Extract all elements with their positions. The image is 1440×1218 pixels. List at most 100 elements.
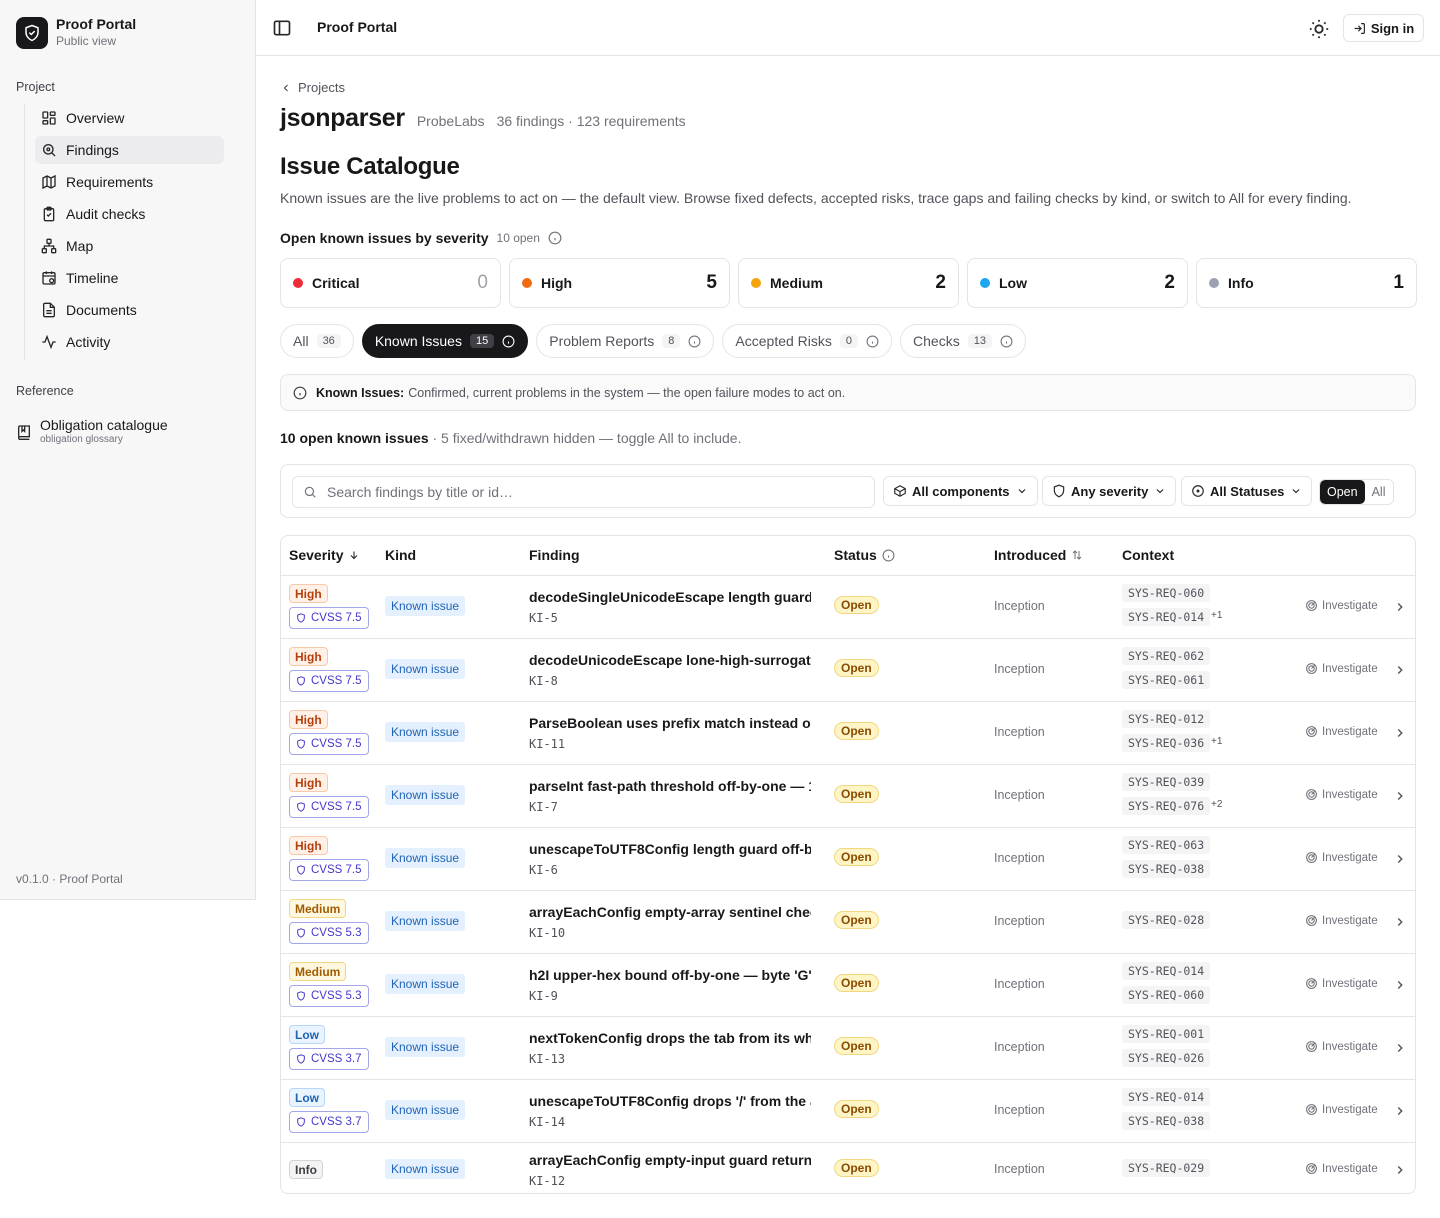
tab-all[interactable]: All 36 [280,324,354,358]
sidebar-item-map[interactable]: Map [35,232,224,260]
info-icon[interactable] [882,549,895,562]
chevron-right-icon[interactable] [1393,915,1407,929]
tab-checks[interactable]: Checks 13 [900,324,1026,358]
finding-title[interactable]: parseInt fast-path threshold off-by-one … [529,778,811,794]
finding-title[interactable]: unescapeToUTF8Config length guard off-by [529,841,811,857]
finding-title[interactable]: decodeUnicodeEscape lone-high-surrogate [529,652,811,668]
investigate-button[interactable]: Investigate [1305,599,1378,612]
chevron-right-icon[interactable] [1393,1041,1407,1055]
info-icon[interactable] [502,335,515,348]
status-dropdown[interactable]: All Statuses [1181,476,1313,506]
table-row[interactable]: High CVSS 7.5 Known issue decodeSingleUnico… [281,576,1415,639]
column-severity[interactable]: Severity [289,547,360,563]
investigate-button[interactable]: Investigate [1305,977,1378,990]
sun-icon[interactable] [1308,18,1330,40]
table-row[interactable]: Low CVSS 3.7 Known issue nextTokenConfig dr… [281,1017,1415,1080]
severity-card-high[interactable]: High 5 [509,258,730,308]
chevron-right-icon[interactable] [1393,1104,1407,1118]
tab-known-issues[interactable]: Known Issues 15 [361,324,529,358]
finding-title[interactable]: ParseBoolean uses prefix match instead o… [529,715,811,731]
chevron-right-icon[interactable] [1393,1163,1407,1177]
chevron-right-icon[interactable] [1393,600,1407,614]
requirement-tag[interactable]: SYS-REQ-038 [1122,1112,1211,1130]
info-icon[interactable] [688,335,701,348]
investigate-button[interactable]: Investigate [1305,1162,1378,1175]
investigate-button[interactable]: Investigate [1305,1040,1378,1053]
finding-title[interactable]: arrayEachConfig empty-input guard return… [529,1152,811,1168]
tab-problem-reports[interactable]: Problem Reports 8 [536,324,715,358]
requirement-tag[interactable]: SYS-REQ-062 [1122,647,1211,665]
requirement-tag[interactable]: SYS-REQ-026 [1122,1049,1211,1067]
requirement-tag[interactable]: SYS-REQ-014 [1122,1088,1211,1106]
chevron-right-icon[interactable] [1393,789,1407,803]
table-row[interactable]: Info Known issue arrayEachConfig empty-inp… [281,1143,1415,1193]
requirement-tag[interactable]: SYS-REQ-014 [1122,608,1211,626]
severity-card-medium[interactable]: Medium 2 [738,258,959,308]
search-box[interactable] [292,476,875,508]
requirement-tag[interactable]: SYS-REQ-029 [1122,1159,1211,1177]
chevron-right-icon[interactable] [1393,663,1407,677]
investigate-button[interactable]: Investigate [1305,914,1378,927]
info-icon[interactable] [548,231,562,245]
sidebar-item-audit-checks[interactable]: Audit checks [35,200,224,228]
toggle-open[interactable]: Open [1320,480,1365,504]
toggle-all[interactable]: All [1365,480,1393,504]
severity-card-critical[interactable]: Critical 0 [280,258,501,308]
table-row[interactable]: Medium CVSS 5.3 Known issue h2I upper-hex b… [281,954,1415,1017]
investigate-button[interactable]: Investigate [1305,662,1378,675]
sidebar-item-findings[interactable]: Findings [35,136,224,164]
brand[interactable]: Proof Portal Public view [16,16,136,49]
sidebar-item-documents[interactable]: Documents [35,296,224,324]
finding-title[interactable]: arrayEachConfig empty-array sentinel che… [529,904,811,920]
more-requirements-count[interactable]: +1 [1211,736,1222,747]
requirement-tag[interactable]: SYS-REQ-038 [1122,860,1211,878]
requirement-tag[interactable]: SYS-REQ-060 [1122,986,1211,1004]
finding-title[interactable]: decodeSingleUnicodeEscape length guard [529,589,811,605]
severity-card-info[interactable]: Info 1 [1196,258,1417,308]
tab-accepted-risks[interactable]: Accepted Risks 0 [722,324,893,358]
requirement-tag[interactable]: SYS-REQ-001 [1122,1025,1211,1043]
components-dropdown[interactable]: All components [883,476,1038,506]
sidebar-item-activity[interactable]: Activity [35,328,224,356]
requirement-tag[interactable]: SYS-REQ-061 [1122,671,1211,689]
investigate-button[interactable]: Investigate [1305,851,1378,864]
sidebar-toggle-icon[interactable] [272,18,292,38]
requirement-tag[interactable]: SYS-REQ-039 [1122,773,1211,791]
requirement-tag[interactable]: SYS-REQ-014 [1122,962,1211,980]
chevron-right-icon[interactable] [1393,852,1407,866]
investigate-button[interactable]: Investigate [1305,725,1378,738]
breadcrumb-projects[interactable]: Projects [298,80,345,95]
severity-dropdown[interactable]: Any severity [1042,476,1177,506]
sign-in-button[interactable]: Sign in [1343,14,1424,42]
table-row[interactable]: Low CVSS 3.7 Known issue unescapeToUTF8Conf… [281,1080,1415,1143]
requirement-tag[interactable]: SYS-REQ-060 [1122,584,1211,602]
chevron-right-icon[interactable] [1393,726,1407,740]
info-icon[interactable] [1000,335,1013,348]
sidebar-item-timeline[interactable]: Timeline [35,264,224,292]
table-row[interactable]: High CVSS 7.5 Known issue parseInt fast-pat… [281,765,1415,828]
search-input[interactable] [327,484,847,500]
more-requirements-count[interactable]: +2 [1211,799,1222,810]
table-row[interactable]: High CVSS 7.5 Known issue unescapeToUTF8Con… [281,828,1415,891]
table-row[interactable]: High CVSS 7.5 Known issue ParseBoolean uses… [281,702,1415,765]
more-requirements-count[interactable]: +1 [1211,610,1222,621]
finding-title[interactable]: h2I upper-hex bound off-by-one — byte 'G… [529,967,811,983]
investigate-button[interactable]: Investigate [1305,1103,1378,1116]
requirement-tag[interactable]: SYS-REQ-036 [1122,734,1211,752]
breadcrumb[interactable]: Projects [280,80,345,95]
sidebar-item-obligation-catalogue[interactable]: Obligation catalogue obligation glossary [16,416,168,445]
table-row[interactable]: High CVSS 7.5 Known issue decodeUnicodeEsca… [281,639,1415,702]
requirement-tag[interactable]: SYS-REQ-063 [1122,836,1211,854]
requirement-tag[interactable]: SYS-REQ-012 [1122,710,1211,728]
requirement-tag[interactable]: SYS-REQ-028 [1122,911,1211,929]
investigate-button[interactable]: Investigate [1305,788,1378,801]
sidebar-item-requirements[interactable]: Requirements [35,168,224,196]
finding-title[interactable]: nextTokenConfig drops the tab from its w… [529,1030,811,1046]
info-icon[interactable] [866,335,879,348]
table-row[interactable]: Medium CVSS 5.3 Known issue arrayEachConfig… [281,891,1415,954]
chevron-right-icon[interactable] [1393,978,1407,992]
severity-card-low[interactable]: Low 2 [967,258,1188,308]
sidebar-item-overview[interactable]: Overview [35,104,224,132]
finding-title[interactable]: unescapeToUTF8Config drops '/' from the … [529,1093,811,1109]
requirement-tag[interactable]: SYS-REQ-076 [1122,797,1211,815]
